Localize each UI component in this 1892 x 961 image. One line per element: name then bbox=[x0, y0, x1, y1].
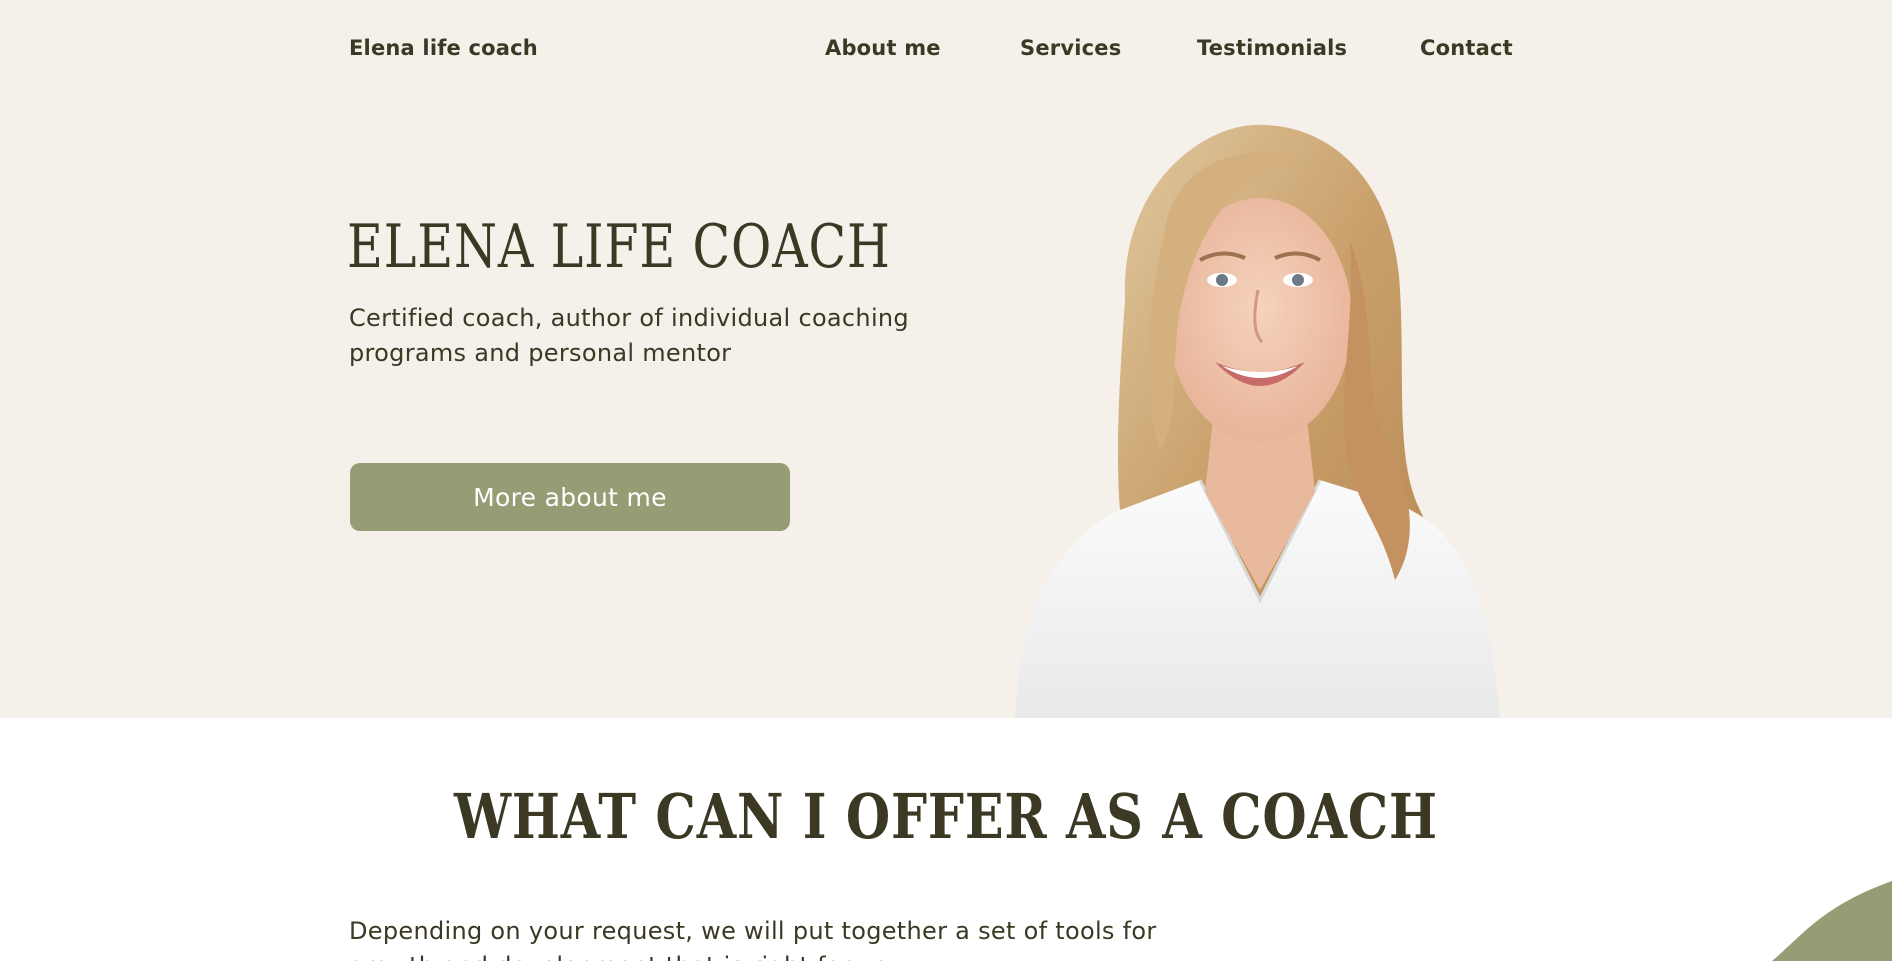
nav-contact[interactable]: Contact bbox=[1420, 36, 1513, 60]
hero-section: Elena life coach About me Services Testi… bbox=[0, 0, 1892, 718]
nav-services[interactable]: Services bbox=[1020, 36, 1121, 60]
nav-about-me[interactable]: About me bbox=[825, 36, 941, 60]
offer-description: Depending on your request, we will put t… bbox=[349, 917, 1157, 961]
offer-section-title: WHAT CAN I OFFER AS A COACH bbox=[454, 780, 1438, 853]
decorative-leaf-shape bbox=[1772, 881, 1892, 961]
hero-subtitle: Certified coach, author of individual co… bbox=[349, 304, 909, 367]
main-nav: About me Services Testimonials Contact bbox=[0, 36, 1892, 66]
more-about-me-button[interactable]: More about me bbox=[350, 463, 790, 531]
nav-testimonials[interactable]: Testimonials bbox=[1197, 36, 1347, 60]
hero-title: ELENA LIFE COACH bbox=[347, 212, 891, 282]
portrait-photo bbox=[1015, 124, 1500, 718]
